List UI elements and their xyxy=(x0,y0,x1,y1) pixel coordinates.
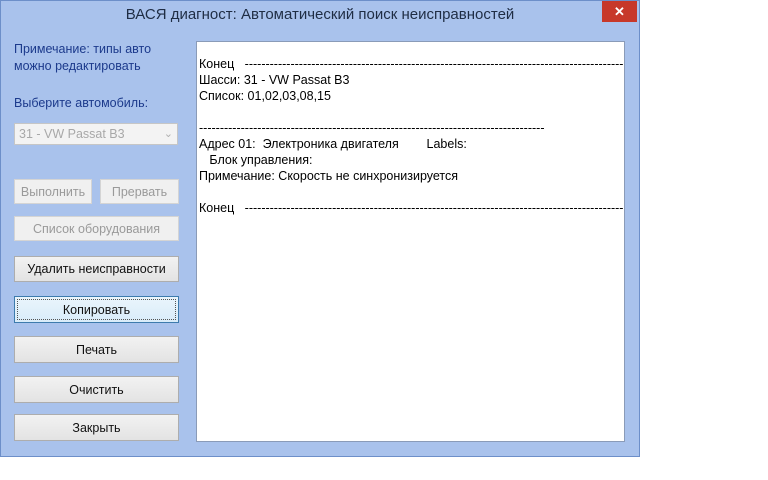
print-button[interactable]: Печать xyxy=(14,336,179,363)
log-line: Адрес 01: Электроника двигателя Labels: xyxy=(199,137,467,151)
window-title: ВАСЯ диагност: Автоматический поиск неис… xyxy=(125,6,515,23)
log-line: ----------------------------------------… xyxy=(199,121,545,135)
log-line: Шасси: 31 - VW Passat B3 xyxy=(199,73,350,87)
equipment-list-button[interactable]: Список оборудования xyxy=(14,216,179,241)
log-line: Конец ----------------------------------… xyxy=(199,57,624,71)
edit-note: Примечание: типы авто можно редактироват… xyxy=(14,41,189,75)
clear-faults-button[interactable]: Удалить неисправности xyxy=(14,256,179,282)
log-line: Примечание: Скорость не синхронизируется xyxy=(199,169,459,183)
copy-button[interactable]: Копировать xyxy=(14,296,179,323)
note-line-1: Примечание: типы авто xyxy=(14,42,152,56)
car-select-label: Выберите автомобиль: xyxy=(14,96,149,110)
chevron-down-icon[interactable]: ⌄ xyxy=(164,127,173,140)
abort-button[interactable]: Прервать xyxy=(100,179,179,204)
log-line: Список: 01,02,03,08,15 xyxy=(199,89,331,103)
title-bar[interactable]: ВАСЯ диагност: Автоматический поиск неис… xyxy=(1,1,639,30)
log-line: Блок управления: xyxy=(199,153,313,167)
note-line-2: можно редактировать xyxy=(14,59,141,73)
close-button[interactable]: Закрыть xyxy=(14,414,179,441)
app-window: ВАСЯ диагност: Автоматический поиск неис… xyxy=(0,0,640,457)
log-line: Конец ----------------------------------… xyxy=(199,201,624,215)
run-button[interactable]: Выполнить xyxy=(14,179,92,204)
car-select-value: 31 - VW Passat B3 xyxy=(19,127,125,141)
clear-button[interactable]: Очистить xyxy=(14,376,179,403)
close-window-button[interactable]: ✕ xyxy=(602,1,637,22)
car-select[interactable]: 31 - VW Passat B3 ⌄ xyxy=(14,123,178,145)
result-log[interactable]: Конец ----------------------------------… xyxy=(196,41,625,442)
